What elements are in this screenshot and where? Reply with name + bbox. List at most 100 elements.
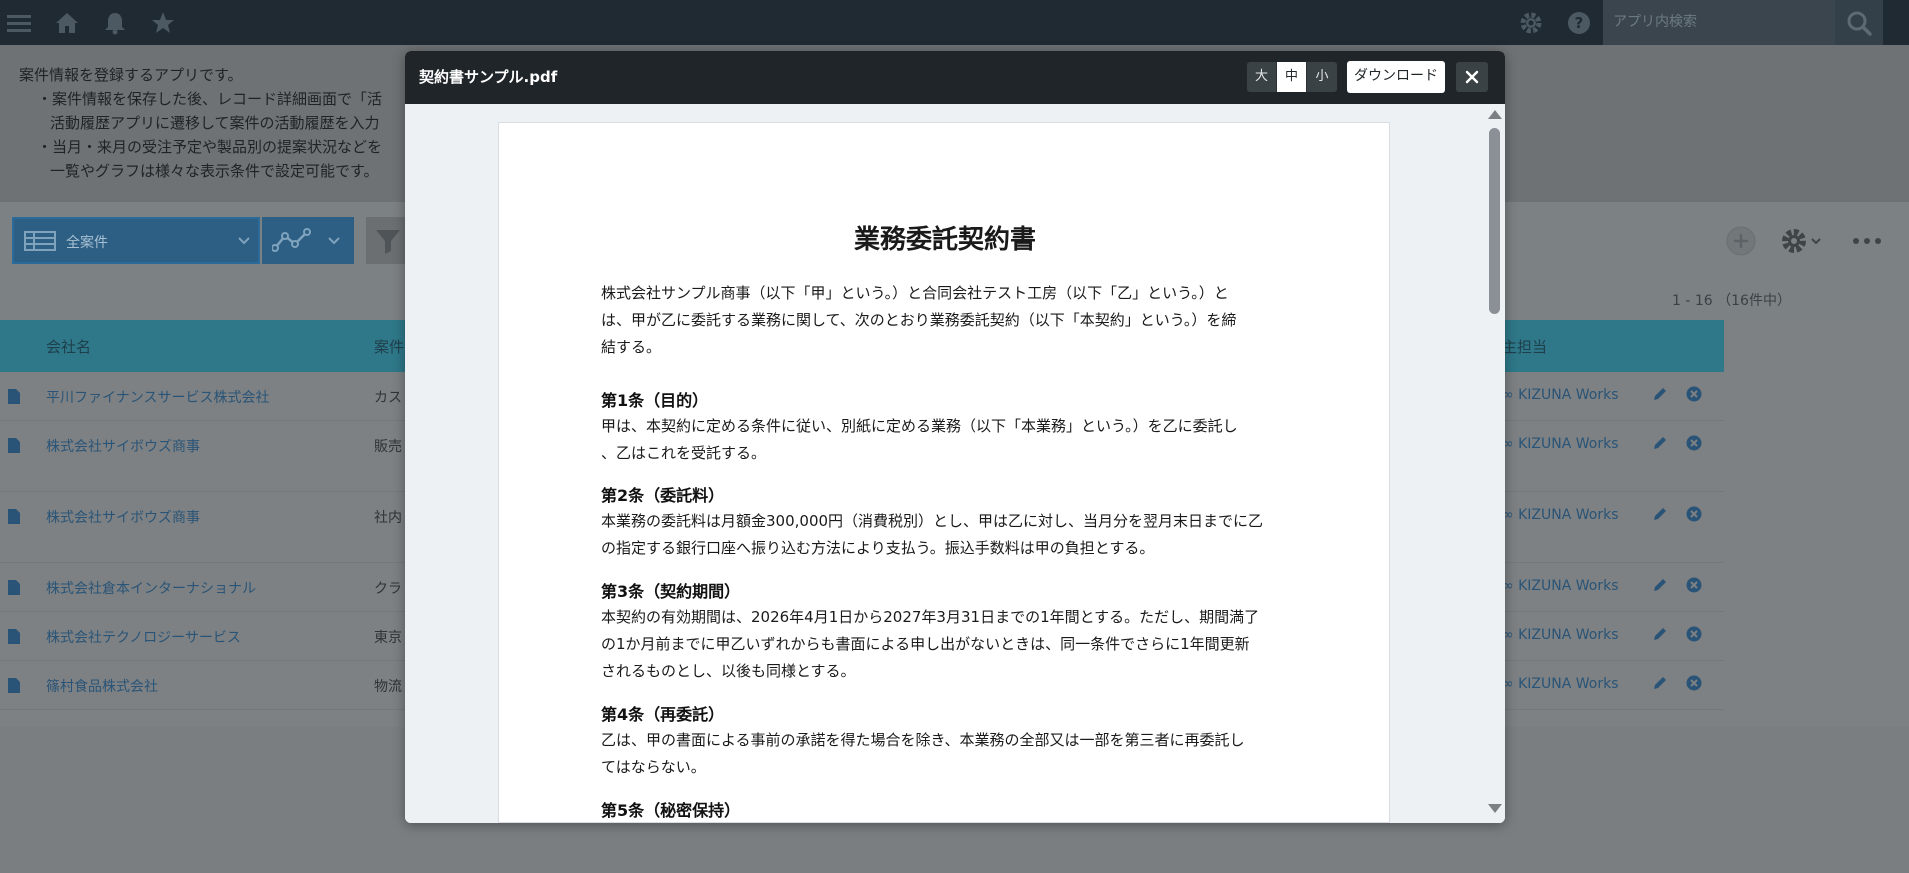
company-link[interactable]: 株式会社倉本インターナショナル [46, 578, 256, 598]
chevron-down-icon [238, 237, 250, 245]
chevron-down-icon [328, 237, 340, 245]
owner-link[interactable]: ∞ KIZUNA Works [1502, 507, 1619, 523]
company-link[interactable]: 株式会社テクノロジーサービス [46, 627, 241, 647]
pencil-icon[interactable] [1652, 675, 1668, 691]
scrollbar-thumb[interactable] [1489, 128, 1500, 314]
article-body: 甲は、本契約に定める条件に従い、別紙に定める業務（以下「本業務」という。）を乙に… [601, 413, 1291, 467]
download-button[interactable]: ダウンロード [1347, 61, 1445, 93]
star-icon[interactable] [150, 10, 176, 36]
company-link[interactable]: 篠村食品株式会社 [46, 676, 158, 696]
search-button[interactable] [1835, 0, 1883, 45]
delete-icon[interactable] [1686, 386, 1702, 402]
record-detail-icon[interactable] [8, 678, 20, 693]
delete-icon[interactable] [1686, 506, 1702, 522]
zoom-controls: 大 中 小 [1247, 62, 1337, 92]
case-title: カス [374, 390, 402, 406]
svg-text:?: ? [1575, 14, 1584, 32]
owner-link[interactable]: ∞ KIZUNA Works [1502, 627, 1619, 643]
case-title: 販売 [374, 439, 402, 455]
text-line: は、甲が乙に委託する業務に関して、次のとおり業務委託契約（以下「本契約」という。… [601, 311, 1237, 329]
home-icon[interactable] [54, 10, 80, 36]
more-horizontal-icon [1853, 238, 1881, 244]
owner-link[interactable]: ∞ KIZUNA Works [1502, 676, 1619, 692]
filter-icon [376, 230, 400, 254]
record-detail-icon[interactable] [8, 629, 20, 644]
record-detail-icon[interactable] [8, 509, 20, 524]
pencil-icon[interactable] [1652, 626, 1668, 642]
scroll-up-arrow-icon[interactable] [1488, 110, 1502, 119]
column-header-owner[interactable]: 主担当 [1502, 336, 1547, 357]
case-title: 東京 [374, 630, 402, 646]
pdf-preview-dialog: 契約書サンプル.pdf 大 中 小 ダウンロード 業務委託契約書 株式会社サンプ… [405, 51, 1505, 823]
pdf-viewer[interactable]: 業務委託契約書 株式会社サンプル商事（以下「甲」という。）と合同会社テスト工房（… [405, 104, 1505, 823]
pencil-icon[interactable] [1652, 506, 1668, 522]
dialog-header: 契約書サンプル.pdf 大 中 小 ダウンロード [405, 51, 1505, 104]
column-header-company[interactable]: 会社名 [46, 336, 91, 357]
text-line: 甲は、本契約に定める条件に従い、別紙に定める業務（以下「本業務」という。）を乙に… [601, 417, 1238, 435]
app-settings-button[interactable] [1780, 226, 1824, 260]
close-icon [1465, 70, 1479, 84]
close-button[interactable] [1456, 62, 1488, 92]
top-navigation-bar: ? アプリ内検索 [0, 0, 1909, 45]
zoom-medium-button[interactable]: 中 [1277, 62, 1307, 92]
scroll-down-arrow-icon[interactable] [1488, 804, 1502, 813]
article-body: 乙は、甲の書面による事前の承諾を得た場合を除き、本業務の全部又は一部を第三者に再… [601, 727, 1291, 781]
delete-icon[interactable] [1686, 675, 1702, 691]
pencil-icon[interactable] [1652, 435, 1668, 451]
delete-icon[interactable] [1686, 577, 1702, 593]
article-heading: 第3条（契約期間） [601, 582, 741, 601]
intro-paragraph: 株式会社サンプル商事（以下「甲」という。）と合同会社テスト工房（以下「乙」という… [601, 280, 1291, 361]
record-detail-icon[interactable] [8, 389, 20, 404]
owner-link[interactable]: ∞ KIZUNA Works [1502, 436, 1619, 452]
graph-view-button[interactable] [262, 217, 354, 264]
delete-icon[interactable] [1686, 435, 1702, 451]
record-detail-icon[interactable] [8, 438, 20, 453]
case-title: クラ [374, 581, 402, 597]
article-body: 本契約の有効期間は、2026年4月1日から2027年3月31日までの1年間とする… [601, 604, 1291, 685]
pencil-icon[interactable] [1652, 577, 1668, 593]
bell-icon[interactable] [102, 10, 128, 36]
more-options-button[interactable] [1852, 226, 1882, 260]
description-line: 一覧やグラフは様々な表示条件で設定可能です。 [50, 162, 379, 180]
record-detail-icon[interactable] [8, 580, 20, 595]
owner-link[interactable]: ∞ KIZUNA Works [1502, 578, 1619, 594]
text-line: 、乙はこれを受託する。 [601, 444, 767, 462]
table-view-icon [24, 231, 56, 251]
add-record-button[interactable] [1726, 226, 1756, 260]
owner-link[interactable]: ∞ KIZUNA Works [1502, 387, 1619, 403]
search-icon [1847, 11, 1872, 36]
article-body: 本業務の委託料は月額金300,000円（消費税別）とし、甲は乙に対し、当月分を翌… [601, 508, 1291, 562]
view-selector-label: 全案件 [66, 235, 108, 251]
pencil-icon[interactable] [1652, 386, 1668, 402]
menu-icon[interactable] [6, 10, 32, 36]
company-link[interactable]: 株式会社サイボウズ商事 [46, 436, 200, 456]
app-search-placeholder: アプリ内検索 [1613, 14, 1697, 30]
company-link[interactable]: 株式会社サイボウズ商事 [46, 507, 200, 527]
text-line: 本契約の有効期間は、2026年4月1日から2027年3月31日までの1年間とする… [601, 608, 1260, 626]
text-line: てはならない。 [601, 758, 706, 776]
text-line: 株式会社サンプル商事（以下「甲」という。）と合同会社テスト工房（以下「乙」という… [601, 284, 1229, 302]
filter-button[interactable] [366, 217, 410, 264]
description-line: 案件情報を登録するアプリです。 [19, 66, 243, 84]
article-heading: 第5条（秘密保持） [601, 801, 741, 820]
description-line: ・当月・来月の受注予定や製品別の提案状況などを [37, 138, 383, 156]
help-icon[interactable]: ? [1566, 10, 1592, 36]
description-line: 活動履歴アプリに遷移して案件の活動履歴を入力 [50, 114, 380, 132]
zoom-large-button[interactable]: 大 [1247, 62, 1277, 92]
text-line: 本業務の委託料は月額金300,000円（消費税別）とし、甲は乙に対し、当月分を翌… [601, 512, 1264, 530]
column-header-title[interactable]: 案件 [374, 336, 404, 357]
app-root: ? アプリ内検索 案件情報を登録するアプリです。 ・案件情報を保存した後、レコー… [0, 0, 1909, 873]
text-line: 乙は、甲の書面による事前の承諾を得た場合を除き、本業務の全部又は一部を第三者に再… [601, 731, 1245, 749]
record-count: 1 - 16 （16件中） [1672, 293, 1791, 309]
company-link[interactable]: 平川ファイナンスサービス株式会社 [46, 387, 269, 407]
case-title: 物流 [374, 679, 402, 695]
zoom-small-button[interactable]: 小 [1307, 62, 1337, 92]
article-heading: 第2条（委託料） [601, 486, 725, 505]
app-search-input[interactable]: アプリ内検索 [1603, 0, 1835, 45]
delete-icon[interactable] [1686, 626, 1702, 642]
view-selector[interactable]: 全案件 [12, 217, 260, 264]
gear-icon[interactable] [1518, 10, 1544, 36]
text-line: 結する。 [601, 338, 662, 356]
article-heading: 第4条（再委託） [601, 705, 725, 724]
pdf-page: 業務委託契約書 株式会社サンプル商事（以下「甲」という。）と合同会社テスト工房（… [498, 122, 1390, 823]
